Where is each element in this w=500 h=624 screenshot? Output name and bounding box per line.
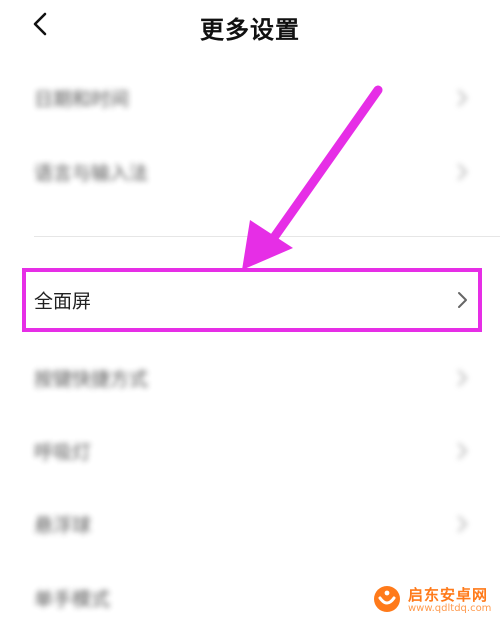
settings-item-full-screen[interactable]: 全面屏 (0, 274, 500, 326)
settings-item-label: 语言与输入法 (34, 162, 149, 185)
settings-item-label: 悬浮球 (34, 514, 92, 537)
page-title: 更多设置 (200, 16, 300, 44)
chevron-right-icon (458, 90, 467, 106)
watermark-logo-icon (374, 586, 400, 612)
settings-item-floating-ball[interactable]: 悬浮球 (0, 498, 500, 550)
watermark-url: www.qdltdq.com (408, 603, 492, 614)
chevron-right-icon (458, 516, 467, 532)
settings-item-button-shortcuts[interactable]: 按键快捷方式 (0, 352, 500, 404)
settings-item-label: 呼吸灯 (34, 441, 92, 464)
watermark-name: 启东安卓网 (408, 586, 489, 604)
settings-item-label: 日期和时间 (34, 88, 130, 111)
settings-item-label: 单手模式 (34, 588, 111, 611)
section-divider (34, 236, 500, 237)
settings-item-date-time[interactable]: 日期和时间 (0, 72, 500, 124)
settings-item-label: 全面屏 (34, 290, 92, 313)
settings-item-breathing-light[interactable]: 呼吸灯 (0, 425, 500, 477)
chevron-right-icon (458, 370, 467, 386)
settings-item-language-input[interactable]: 语言与输入法 (0, 146, 500, 198)
chevron-right-icon (458, 164, 467, 180)
watermark: 启东安卓网 www.qdltdq.com (372, 580, 498, 620)
top-bar: 更多设置 (0, 0, 500, 52)
settings-item-label: 按键快捷方式 (34, 368, 149, 391)
chevron-right-icon (458, 443, 467, 459)
chevron-right-icon (458, 292, 467, 308)
